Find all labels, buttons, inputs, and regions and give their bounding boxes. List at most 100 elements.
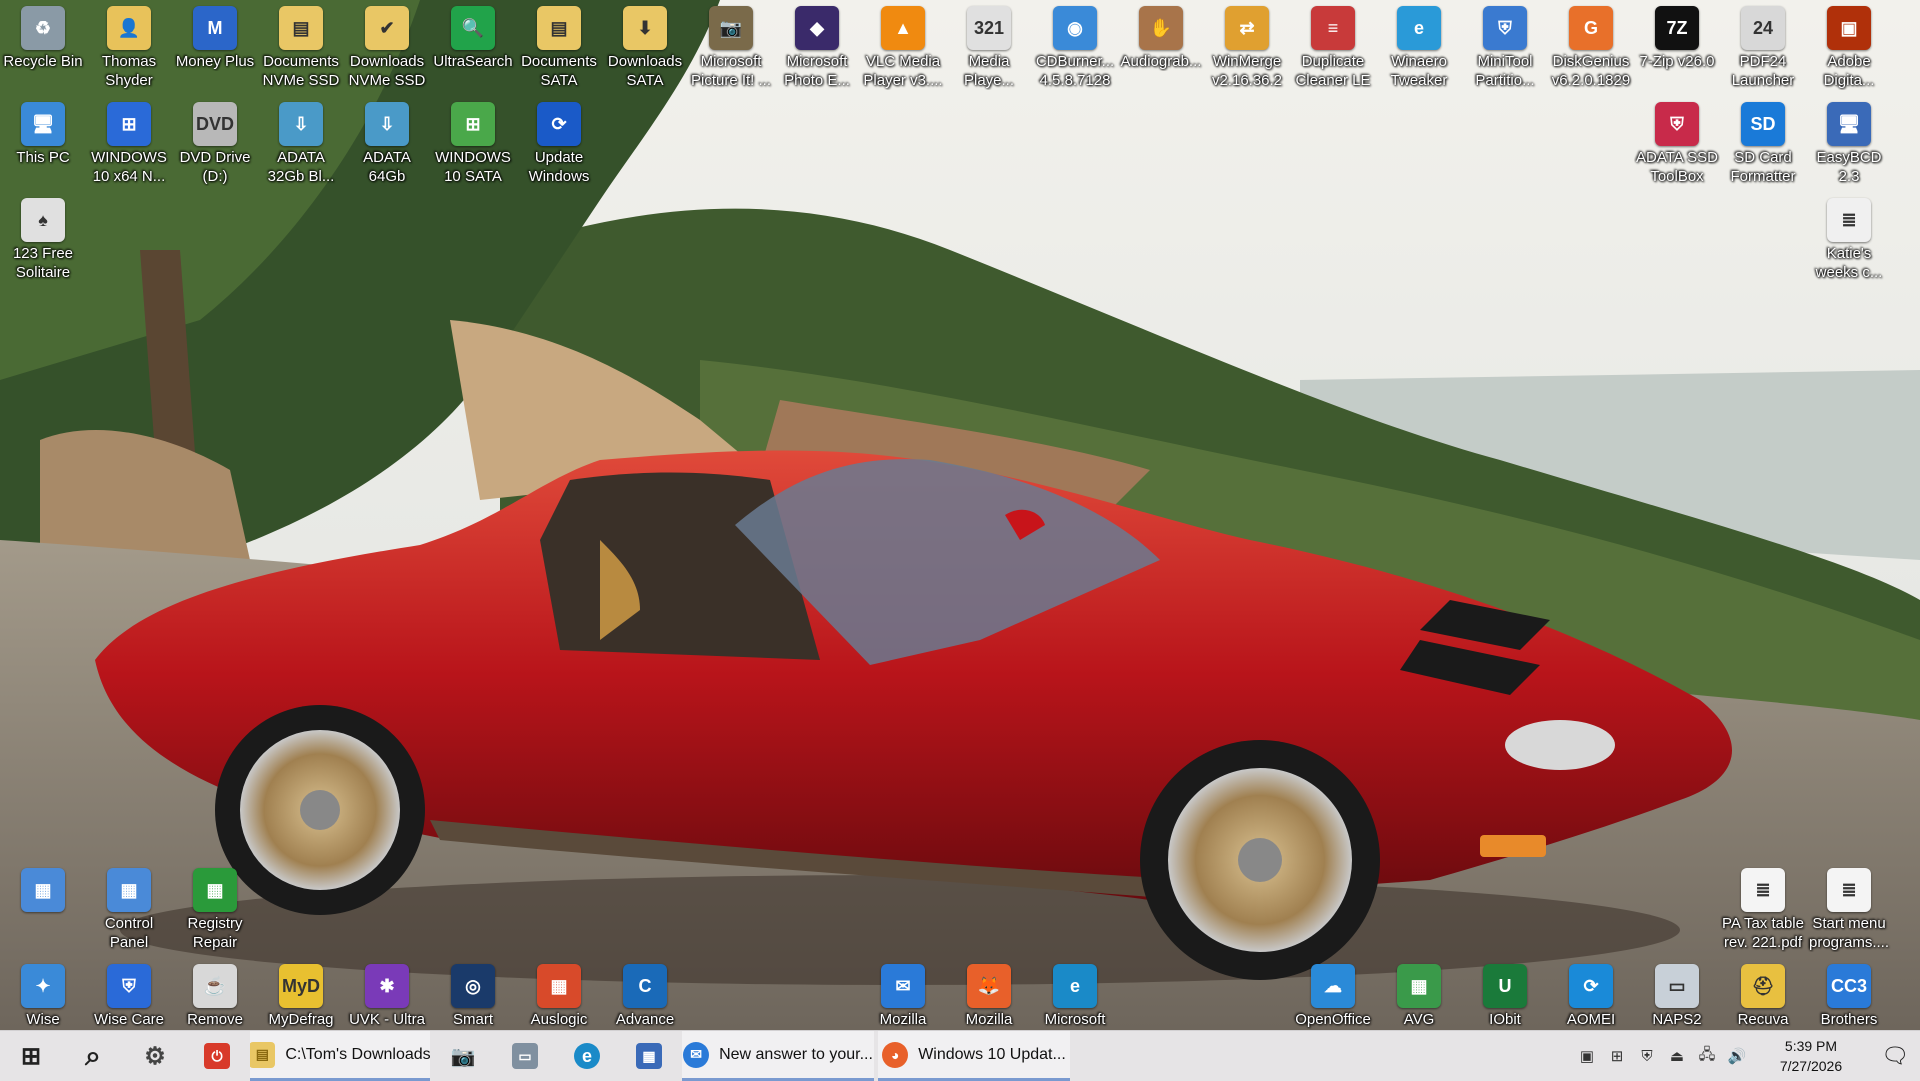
desktop-icon[interactable]: ▦ AVG (1376, 960, 1462, 1029)
desktop-icon[interactable]: ☕ Remove (172, 960, 258, 1029)
desktop-icon[interactable]: ◉ CDBurner... 4.5.8.7128 (1032, 2, 1118, 90)
taskbar-clock[interactable]: 5:39 PM 7/27/2026 (1758, 1036, 1864, 1076)
desktop-icon[interactable]: ▦ (0, 864, 86, 914)
usb-eject-tray-icon[interactable]: ⏏ (1665, 1044, 1689, 1068)
desktop-icon-label: AVG (1403, 1011, 1435, 1028)
desktop-icon[interactable]: ▭ NAPS2 (1634, 960, 1720, 1029)
edge-app-button[interactable]: e (556, 1031, 618, 1081)
desktop-icon[interactable]: CC3 Brothers (1806, 960, 1892, 1029)
smart-icon: ◎ (451, 964, 495, 1008)
start-button[interactable]: ⊞ (0, 1031, 62, 1081)
desktop-icon[interactable]: ▦ Auslogic (516, 960, 602, 1029)
desktop-icon[interactable]: ✦ Wise (0, 960, 86, 1029)
desktop-icon[interactable]: e Microsoft (1032, 960, 1118, 1029)
windows-flag-tray-icon[interactable]: ⊞ (1605, 1044, 1629, 1068)
network-tray-icon[interactable]: 🖧 (1695, 1044, 1719, 1068)
desktop-icon-label: Katie's weeks c... (1815, 245, 1883, 281)
desktop-icon[interactable]: ▦ Control Panel (86, 864, 172, 952)
desktop-icon[interactable]: ≡ Duplicate Cleaner LE (1290, 2, 1376, 90)
desktop-icon[interactable]: 24 PDF24 Launcher (1720, 2, 1806, 90)
desktop-icon[interactable]: ◎ Smart (430, 960, 516, 1029)
notification-center-button[interactable]: 🗨 (1870, 1043, 1920, 1069)
desktop-icon[interactable]: SD SD Card Formatter (1720, 98, 1806, 186)
desktop-icon[interactable]: ⟳ AOMEI (1548, 960, 1634, 1029)
desktop-icon-label: DVD Drive (D:) (179, 149, 251, 185)
taskbar-firefox-window[interactable]: ◕ Windows 10 Updat... (878, 1031, 1070, 1081)
user-folder-icon: 👤 (107, 6, 151, 50)
desktop-icon[interactable]: M Money Plus (172, 2, 258, 71)
desktop-icon-label: CDBurner... 4.5.8.7128 (1035, 53, 1115, 89)
desktop-icon-label: Start menu programs.... (1808, 915, 1890, 951)
desktop-icon[interactable]: U IObit (1462, 960, 1548, 1029)
scanner-icon: ▭ (512, 1043, 538, 1069)
desktop-icon[interactable]: 🖥 EasyBCD 2.3 (1806, 98, 1892, 186)
desktop-icon-label: Wise Care (93, 1011, 164, 1028)
desktop-icon[interactable]: MyD MyDefrag (258, 960, 344, 1029)
desktop-icon[interactable]: ⛨ Wise Care (86, 960, 172, 1029)
calculator-app-button[interactable]: ▦ (618, 1031, 680, 1081)
desktop-icon[interactable]: ✱ UVK - Ultra (344, 960, 430, 1029)
desktop-icon[interactable]: ≣ PA Tax table rev. 221.pdf (1720, 864, 1806, 952)
desktop-icon[interactable]: ⛑ Recuva (1720, 960, 1806, 1029)
security-shield-tray-icon[interactable]: ⛨ (1635, 1044, 1659, 1068)
system-tray: ▣ ⊞ ⛨ ⏏ 🖧 🔊 5:39 PM 7/27/2026 🗨 (1572, 1031, 1920, 1081)
desktop-icon[interactable]: ▣ Adobe Digita... (1806, 2, 1892, 90)
desktop-icon[interactable]: ▤Documents SATA 128Gb (516, 2, 602, 90)
desktop-icon[interactable]: ⇩ADATA 64Gb Yello... (344, 98, 430, 186)
naps2-app-button[interactable]: ▭ (494, 1031, 556, 1081)
taskbar-thunderbird-window[interactable]: ✉ New answer to your... (682, 1031, 874, 1081)
pdf-document-icon: ≣ (1741, 868, 1785, 912)
desktop-icon[interactable]: 7Z 7-Zip v26.0 (1634, 2, 1720, 71)
desktop-icon[interactable]: ⬇Downloads SATA 128Gb (602, 2, 688, 90)
desktop-icon[interactable]: ⊞ WINDOWS 10 x64 N... (86, 98, 172, 186)
desktop-icon[interactable]: ✔ Downloads NVMe SSD (344, 2, 430, 90)
desktop-icon[interactable]: ▤ Documents NVMe SSD (258, 2, 344, 90)
desktop-icon[interactable]: ✉ Mozilla (860, 960, 946, 1029)
desktop-icon[interactable]: ⛨ MiniTool Partitio... (1462, 2, 1548, 90)
winaero-icon: e (1397, 6, 1441, 50)
desktop-icon[interactable]: ⟳ Update Windows (516, 98, 602, 186)
desktop-icon[interactable]: G DiskGenius v6.2.0.1829 (1548, 2, 1634, 90)
desktop-icon[interactable]: 321 Media Playe... (946, 2, 1032, 90)
camera-app-button[interactable]: 📷 (432, 1031, 494, 1081)
downloads-folder-icon: ✔ (365, 6, 409, 50)
taskbar: ⊞ ⌕ ⚙ ⏻ ▤ C:\Tom's Downloads 📷 ▭ e ▦ ✉ N… (0, 1030, 1920, 1081)
desktop-icon[interactable]: 👤 Thomas Shyder (86, 2, 172, 90)
desktop-icon[interactable]: ⇩ ADATA 32Gb Bl... (258, 98, 344, 186)
desktop-icon[interactable]: 🔍 UltraSearch (430, 2, 516, 71)
desktop-icon[interactable]: 🖥 This PC (0, 98, 86, 167)
desktop-icon[interactable]: 📷 Microsoft Picture It! ... (688, 2, 774, 90)
money-plus-icon: M (193, 6, 237, 50)
desktop-icon-label: Microsoft (1044, 1011, 1106, 1028)
desktop-icon[interactable]: ⇄ WinMerge v2.16.36.2 (1204, 2, 1290, 90)
desktop-icon[interactable]: 🦊 Mozilla (946, 960, 1032, 1029)
power-app-button[interactable]: ⏻ (186, 1031, 248, 1081)
volume-tray-icon[interactable]: 🔊 (1725, 1044, 1749, 1068)
desktop-icon[interactable]: DVD DVD Drive (D:) (172, 98, 258, 186)
desktop-icon[interactable]: ≣ Start menu programs.... (1806, 864, 1892, 952)
desktop-icon[interactable]: ◆ Microsoft Photo E... (774, 2, 860, 90)
desktop-icon-label: ADATA 32Gb Bl... (267, 149, 335, 185)
desktop-icon-label: Documents SATA 128Gb (521, 53, 597, 89)
desktop-icon-label: Brothers (1820, 1011, 1878, 1028)
ultrasearch-icon: 🔍 (451, 6, 495, 50)
desktop-icon[interactable]: ☁ OpenOffice (1290, 960, 1376, 1029)
search-button[interactable]: ⌕ (62, 1031, 124, 1081)
settings-button[interactable]: ⚙ (124, 1031, 186, 1081)
desktop-icon[interactable]: e Winaero Tweaker (1376, 2, 1462, 90)
desktop-icon[interactable]: ≣ Katie's weeks c... (1806, 194, 1892, 282)
desktop-icon[interactable]: ▲ VLC Media Player v3.... (860, 2, 946, 90)
desktop-icon-label: Control Panel (104, 915, 154, 951)
desktop-icon-label: Update Windows (528, 149, 590, 185)
desktop-icon[interactable]: ⛨ ADATA SSD ToolBox (1634, 98, 1720, 186)
desktop-icon[interactable]: ♻ Recycle Bin (0, 2, 86, 71)
camera-icon: 📷 (450, 1045, 476, 1068)
taskbar-explorer-window[interactable]: ▤ C:\Tom's Downloads (250, 1031, 430, 1081)
desktop-icon[interactable]: C Advance (602, 960, 688, 1029)
camera-tray-icon[interactable]: ▣ (1575, 1044, 1599, 1068)
control-panel-icon: ▦ (107, 868, 151, 912)
desktop-icon[interactable]: ▦ Registry Repair (172, 864, 258, 952)
desktop-icon[interactable]: ♠ 123 Free Solitaire (0, 194, 86, 282)
desktop-icon[interactable]: ⊞WINDOWS 10 SATA (W:) (430, 98, 516, 186)
desktop-icon[interactable]: ✋ Audiograb... (1118, 2, 1204, 71)
